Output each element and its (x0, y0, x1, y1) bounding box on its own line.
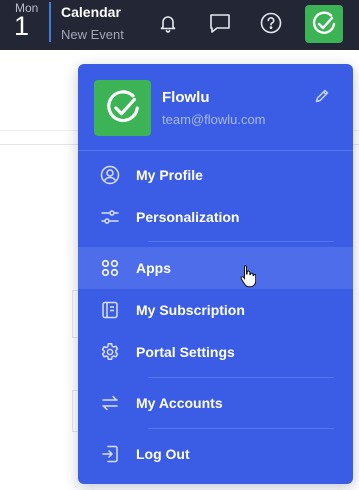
menu-divider (148, 428, 334, 429)
user-dropdown-menu: Flowlu team@flowlu.com My Profile Person… (78, 64, 353, 484)
menu-divider (148, 241, 334, 242)
hand-cursor-icon (240, 264, 257, 288)
calendar-widget[interactable]: Calendar New Event (61, 4, 124, 42)
user-name: Flowlu (162, 89, 210, 106)
menu-item-label: My Profile (136, 167, 203, 183)
date-divider (49, 2, 51, 42)
switch-arrows-icon (99, 392, 121, 414)
gear-icon (99, 341, 121, 363)
edit-pencil-icon[interactable] (312, 86, 332, 106)
menu-item-personalization[interactable]: Personalization (78, 196, 353, 238)
flowlu-logo-icon[interactable] (305, 5, 343, 43)
menu-item-apps[interactable]: Apps (78, 247, 353, 289)
user-avatar (94, 80, 151, 136)
user-circle-icon (99, 164, 121, 186)
menu-item-label: Log Out (136, 446, 190, 462)
menu-divider (78, 150, 353, 151)
menu-item-portal-settings[interactable]: Portal Settings (78, 331, 353, 373)
calendar-subtitle[interactable]: New Event (61, 27, 124, 42)
help-icon[interactable] (258, 10, 284, 36)
day-number: 1 (14, 11, 30, 41)
menu-item-my-profile[interactable]: My Profile (78, 154, 353, 196)
bell-icon[interactable] (155, 10, 181, 36)
menu-item-my-subscription[interactable]: My Subscription (78, 289, 353, 331)
calendar-title: Calendar (61, 4, 121, 20)
menu-item-label: Portal Settings (136, 344, 235, 360)
logout-icon (99, 443, 121, 465)
subscription-icon (99, 299, 121, 321)
date-widget[interactable]: Mon 1 (8, 0, 48, 50)
menu-item-label: Personalization (136, 209, 240, 225)
apps-grid-icon (99, 257, 121, 279)
menu-item-label: My Subscription (136, 302, 245, 318)
top-bar: Mon 1 Calendar New Event (0, 0, 359, 50)
menu-item-label: Apps (136, 260, 171, 276)
sliders-icon (99, 206, 121, 228)
user-header: Flowlu team@flowlu.com (78, 64, 353, 150)
menu-item-log-out[interactable]: Log Out (78, 433, 353, 475)
menu-item-my-accounts[interactable]: My Accounts (78, 382, 353, 424)
user-email: team@flowlu.com (162, 112, 266, 127)
menu-item-label: My Accounts (136, 395, 223, 411)
menu-divider (148, 377, 334, 378)
chat-icon[interactable] (207, 10, 233, 36)
